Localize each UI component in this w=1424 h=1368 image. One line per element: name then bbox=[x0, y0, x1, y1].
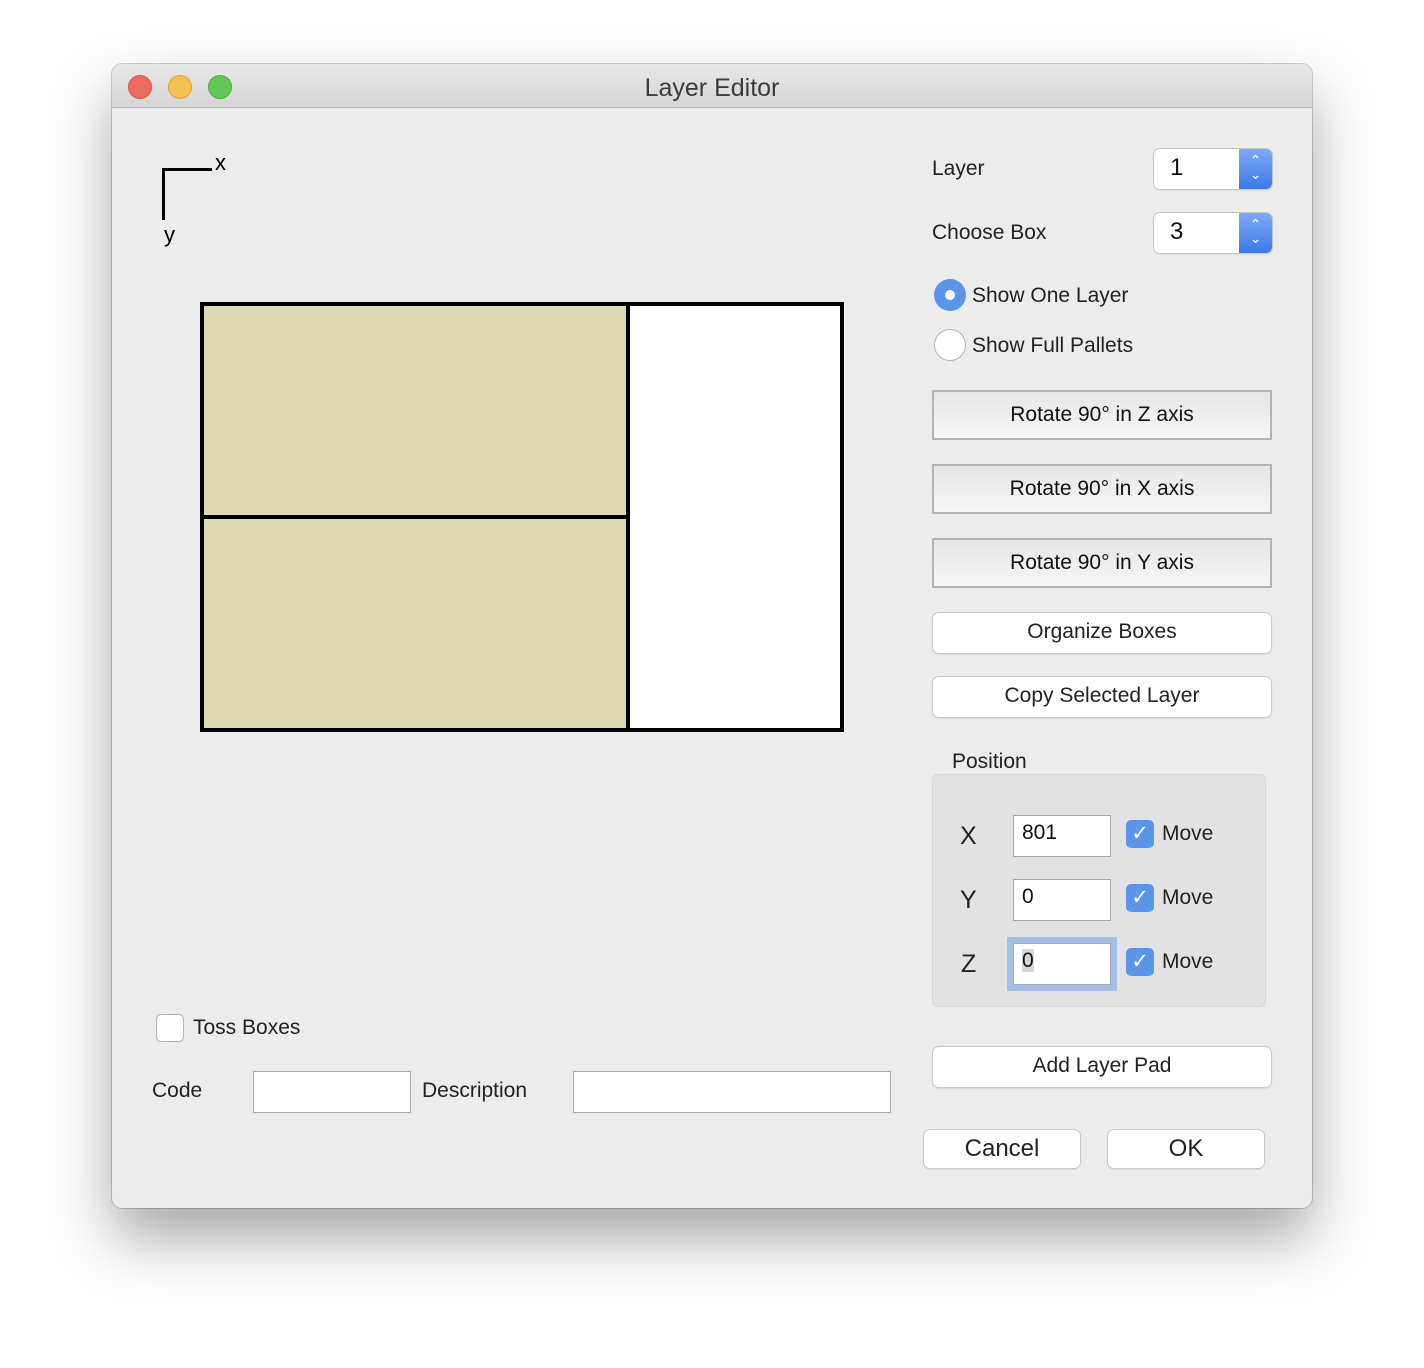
copy-selected-layer-button[interactable]: Copy Selected Layer bbox=[933, 677, 1271, 717]
organize-boxes-button[interactable]: Organize Boxes bbox=[933, 613, 1271, 653]
layer-stepper[interactable]: 1 ⌃ ⌄ bbox=[1154, 149, 1272, 189]
x-move-checkbox[interactable]: ✓ bbox=[1126, 820, 1154, 848]
y-position-label: Y bbox=[960, 886, 977, 914]
window-title: Layer Editor bbox=[644, 74, 780, 102]
pallet-box-2[interactable] bbox=[200, 515, 630, 732]
stepper-arrows-icon[interactable]: ⌃ ⌄ bbox=[1239, 213, 1272, 253]
description-label: Description bbox=[422, 1079, 528, 1102]
toss-boxes-checkbox[interactable] bbox=[156, 1014, 184, 1042]
ok-button[interactable]: OK bbox=[1108, 1130, 1264, 1168]
rotate-x-button[interactable]: Rotate 90° in X axis bbox=[932, 464, 1272, 514]
layer-label: Layer bbox=[932, 157, 985, 180]
layer-editor-window: Layer Editor x y Layer 1 ⌃ ⌄ Choose Box 3… bbox=[112, 64, 1312, 1208]
stepper-arrows-icon[interactable]: ⌃ ⌄ bbox=[1239, 149, 1272, 189]
z-position-label: Z bbox=[961, 950, 977, 978]
y-move-label[interactable]: Move bbox=[1162, 886, 1213, 910]
show-full-pallets-radio[interactable] bbox=[934, 329, 966, 361]
choose-box-stepper[interactable]: 3 ⌃ ⌄ bbox=[1154, 213, 1272, 253]
pallet-box-3[interactable] bbox=[626, 302, 844, 732]
y-axis-label: y bbox=[164, 222, 175, 247]
x-position-field[interactable]: 801 bbox=[1013, 815, 1111, 857]
show-full-pallets-label[interactable]: Show Full Pallets bbox=[972, 334, 1133, 358]
code-field[interactable] bbox=[253, 1071, 411, 1113]
z-position-field[interactable]: 0 bbox=[1013, 943, 1111, 985]
show-one-layer-radio[interactable] bbox=[934, 279, 966, 311]
choose-box-value[interactable]: 3 bbox=[1170, 218, 1183, 246]
rotate-z-button[interactable]: Rotate 90° in Z axis bbox=[932, 390, 1272, 440]
code-label: Code bbox=[152, 1079, 203, 1102]
y-position-field[interactable]: 0 bbox=[1013, 879, 1111, 921]
x-position-label: X bbox=[960, 822, 977, 850]
cancel-button[interactable]: Cancel bbox=[924, 1130, 1080, 1168]
add-layer-pad-button[interactable]: Add Layer Pad bbox=[933, 1047, 1271, 1087]
position-group-title: Position bbox=[952, 750, 1027, 773]
x-axis-line-icon bbox=[162, 168, 212, 171]
show-one-layer-label[interactable]: Show One Layer bbox=[972, 284, 1128, 308]
y-axis-line-icon bbox=[162, 168, 165, 220]
x-axis-label: x bbox=[215, 150, 226, 175]
x-move-label[interactable]: Move bbox=[1162, 822, 1213, 846]
title-bar: Layer Editor bbox=[112, 64, 1312, 108]
z-move-label[interactable]: Move bbox=[1162, 950, 1213, 974]
description-field[interactable] bbox=[573, 1071, 891, 1113]
pallet-box-1[interactable] bbox=[200, 302, 630, 519]
z-position-value[interactable]: 0 bbox=[1022, 949, 1034, 972]
layer-canvas[interactable] bbox=[200, 302, 844, 732]
choose-box-label: Choose Box bbox=[932, 221, 1047, 244]
rotate-y-button[interactable]: Rotate 90° in Y axis bbox=[932, 538, 1272, 588]
z-move-checkbox[interactable]: ✓ bbox=[1126, 948, 1154, 976]
layer-value[interactable]: 1 bbox=[1170, 154, 1183, 182]
toss-boxes-label[interactable]: Toss Boxes bbox=[193, 1016, 300, 1040]
y-move-checkbox[interactable]: ✓ bbox=[1126, 884, 1154, 912]
